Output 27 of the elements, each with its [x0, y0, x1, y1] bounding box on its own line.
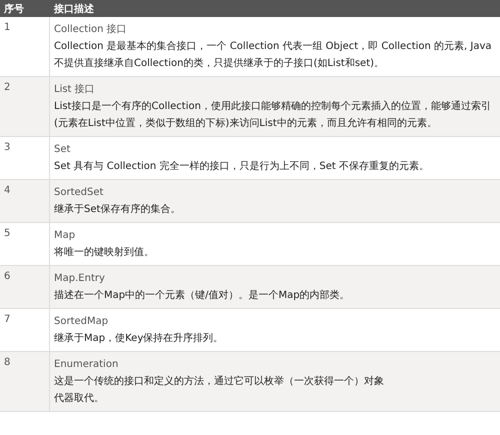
interface-description: 继承于Map，使Key保持在升序排列。 — [54, 332, 224, 346]
interface-name: SortedMap — [54, 315, 108, 329]
interface-name: Enumeration — [54, 358, 118, 372]
row-number: 1 — [4, 22, 10, 33]
row-number: 4 — [4, 185, 10, 196]
row-number: 7 — [4, 314, 10, 325]
row-number: 5 — [4, 228, 10, 239]
interface-description: List接口是一个有序的Collection，使用此接口能够精确的控制每个元素插入的位置，能够通过索引(元素在List中位置，类似于数组的下标)来访问List中的元素，而且允许有相同的元素。 — [54, 100, 492, 131]
interface-description: 描述在一个Map中的一个元素（键/值对）。是一个Map的内部类。 — [54, 288, 351, 303]
interface-description: 这是一个传统的接口和定义的方法，通过它可以枚举（一次获得一个）对象 — [54, 374, 385, 389]
interface-description: Set 具有与 Collection 完全一样的接口，只是行为上不同，Set 不保存重复的元素。 — [54, 160, 430, 174]
row-number: 2 — [4, 82, 10, 93]
interface-name: Collection 接口 — [54, 22, 127, 37]
interface-description: 将唯一的键映射到值。 — [54, 246, 155, 260]
row-number: 6 — [4, 271, 10, 282]
interface-name: List 接口 — [54, 82, 95, 97]
interface-description: Collection 是最基本的集合接口，一个 Collection 代表一组 Object，即 Collection 的元素, Java不提供直接继承自Collection的类，只提供继承于的子接口(如List和set)。 — [54, 40, 493, 71]
row-number: 8 — [4, 357, 10, 368]
interface-name: SortedSet — [54, 186, 104, 200]
interface-name: Map — [54, 229, 76, 243]
interface-name: Set — [54, 143, 70, 157]
row-number: 3 — [4, 142, 10, 153]
interface-description: 代器取代。 — [54, 392, 105, 406]
interface-name: Map.Entry — [54, 272, 105, 286]
column-header: 接口描述 — [52, 2, 95, 16]
interface-description: 继承于Set保存有序的集合。 — [54, 202, 182, 217]
column-header: 序号 — [3, 2, 25, 16]
